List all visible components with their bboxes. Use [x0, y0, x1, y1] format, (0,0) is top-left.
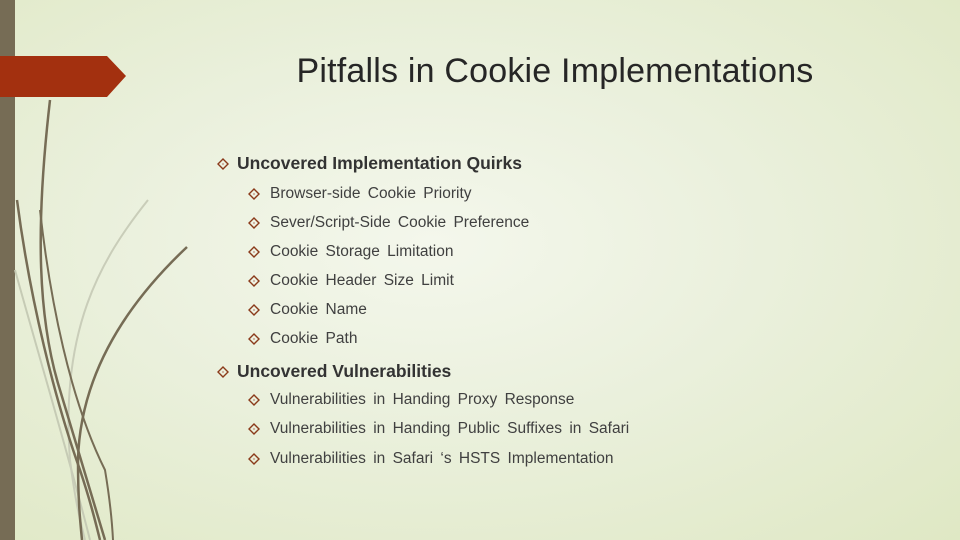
diamond-bullet-icon — [248, 246, 260, 258]
list-item: Cookie Storage Limitation — [248, 243, 454, 261]
list-item: Vulnerabilities in Safari ‘s HSTS Implem… — [248, 450, 614, 468]
section-heading: Uncovered Implementation Quirks — [217, 153, 522, 174]
curve-dark-2 — [15, 199, 102, 540]
list-item: Sever/Script-Side Cookie Preference — [248, 214, 529, 232]
list-item-text: Cookie Header Size Limit — [270, 272, 454, 289]
diamond-bullet-icon — [248, 188, 260, 200]
diamond-bullet-icon — [248, 453, 260, 465]
list-item-text: Vulnerabilities in Safari ‘s HSTS Implem… — [270, 450, 614, 467]
list-item: Cookie Name — [248, 301, 367, 319]
list-item-text: Vulnerabilities in Handing Proxy Respons… — [270, 391, 575, 408]
section-heading: Uncovered Vulnerabilities — [217, 361, 451, 382]
curve-dark-1 — [39, 99, 107, 540]
list-item-text: Browser-side Cookie Priority — [270, 185, 472, 202]
list-item: Vulnerabilities in Handing Proxy Respons… — [248, 391, 574, 409]
diamond-bullet-icon — [217, 157, 229, 170]
diamond-bullet-icon — [248, 217, 260, 229]
section-heading-text: Uncovered Implementation Quirks — [237, 153, 522, 173]
list-item-text: Vulnerabilities in Handing Public Suffix… — [270, 420, 630, 437]
list-item: Browser-side Cookie Priority — [248, 185, 472, 203]
slide-title: Pitfalls in Cookie Implementations — [296, 52, 814, 90]
title-accent-arrow — [0, 56, 126, 97]
list-item-text: Cookie Name — [270, 301, 367, 318]
curve-dark-4 — [39, 209, 114, 540]
list-item: Cookie Path — [248, 330, 357, 348]
list-item: Vulnerabilities in Handing Public Suffix… — [248, 420, 629, 438]
section-heading-text: Uncovered Vulnerabilities — [237, 361, 452, 381]
curve-light-1 — [14, 269, 91, 540]
list-item: Cookie Header Size Limit — [248, 272, 454, 290]
diamond-bullet-icon — [248, 275, 260, 287]
diamond-bullet-icon — [248, 394, 260, 406]
diamond-bullet-icon — [248, 423, 260, 435]
list-item-text: Cookie Path — [270, 330, 358, 347]
curve-dark-3 — [76, 246, 188, 540]
list-item-text: Sever/Script-Side Cookie Preference — [270, 214, 530, 231]
diamond-bullet-icon — [248, 304, 260, 316]
diamond-bullet-icon — [217, 365, 229, 378]
curve-light-2 — [67, 199, 149, 540]
diamond-bullet-icon — [248, 333, 260, 345]
list-item-text: Cookie Storage Limitation — [270, 243, 454, 260]
